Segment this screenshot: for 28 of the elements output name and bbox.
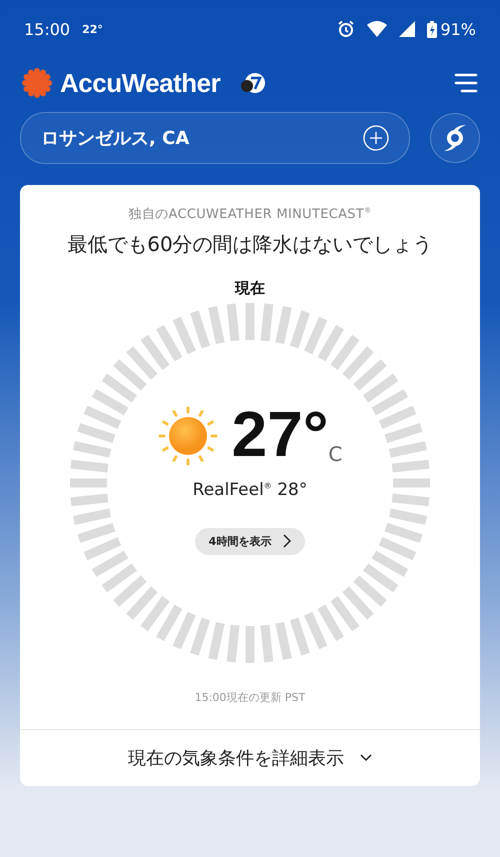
sun-logo-icon [22, 68, 52, 98]
chevron-right-icon [283, 534, 292, 548]
battery-level: 91% [440, 20, 476, 38]
now-label: 現在 [235, 279, 265, 298]
location-name: ロサンゼルス, CA [41, 127, 190, 150]
hurricane-icon [442, 123, 468, 153]
status-time: 15:00 [24, 20, 70, 38]
signal-icon [399, 21, 416, 37]
forecast-headline: 最低でも60分の間は降水はないでしょう [67, 231, 433, 257]
brand-name: AccuWeather [60, 68, 220, 98]
status-temperature: 22° [82, 22, 103, 36]
details-toggle[interactable]: 現在の気象条件を詳細表示 [122, 730, 378, 786]
temperature: 27° [232, 402, 328, 466]
sun-icon [158, 406, 218, 466]
location-field[interactable]: ロサンゼルス, CA [20, 112, 410, 164]
chevron-icon [360, 754, 372, 762]
add-icon[interactable] [363, 125, 389, 151]
wifi-icon [367, 21, 388, 37]
update-time: 15:00現在の更新 PST [194, 690, 306, 705]
menu-icon[interactable] [454, 72, 478, 94]
hurricane-button[interactable] [430, 113, 480, 163]
battery-icon [427, 20, 438, 38]
hours-button[interactable]: 4時間を表示 [194, 528, 306, 554]
realfeel-text: RealFeel$^{®}$ 28° [192, 480, 308, 500]
section-label: 独自のACCUWEATHER MINUTECAST$^{®}$ [128, 206, 372, 223]
temperature-unit: C [328, 442, 342, 466]
alarm-icon [337, 20, 356, 38]
channel-logo-icon [240, 72, 266, 94]
